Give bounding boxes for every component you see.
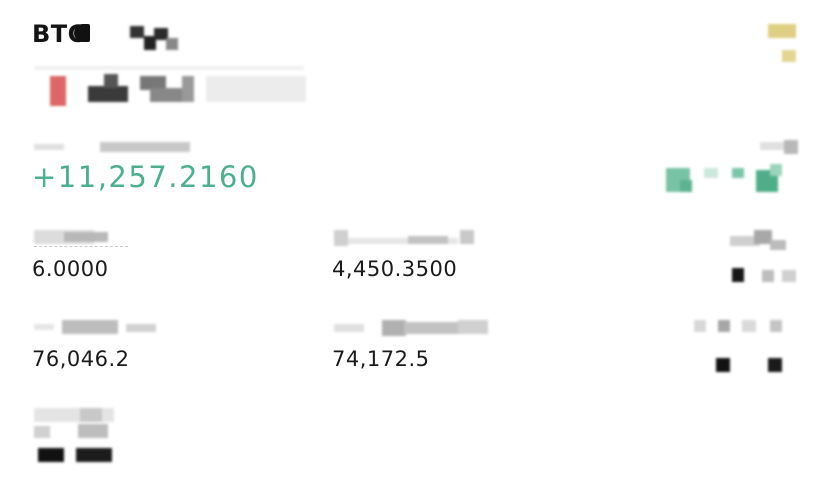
size-label-redacted [34, 230, 130, 244]
unrealized-pnl: +11,257.2160 [32, 160, 259, 194]
margin-label-redacted [334, 230, 474, 246]
margin-ratio-value-redacted [732, 268, 796, 282]
entry-price-label-redacted [34, 320, 184, 334]
redacted-title [130, 26, 180, 52]
margin-ratio-label-redacted [730, 230, 796, 250]
position-margin: 4,450.3500 [332, 257, 458, 281]
extra-field-redacted [34, 408, 130, 464]
pnl-label-redacted [34, 140, 224, 154]
position-size: 6.0000 [32, 257, 109, 281]
roe-label-redacted [760, 140, 798, 154]
position-tags [34, 66, 314, 106]
liq-price-label-redacted [694, 320, 798, 336]
symbol-suffix-redacted [74, 24, 90, 42]
size-label-underline [34, 246, 128, 247]
short-badge [50, 76, 66, 106]
mark-price: 74,172.5 [332, 347, 430, 371]
entry-price: 76,046.2 [32, 347, 130, 371]
share-icon[interactable] [768, 24, 800, 64]
mark-price-label-redacted [334, 320, 488, 336]
liq-price-value-redacted [716, 356, 796, 372]
roe-value-redacted [666, 164, 808, 194]
